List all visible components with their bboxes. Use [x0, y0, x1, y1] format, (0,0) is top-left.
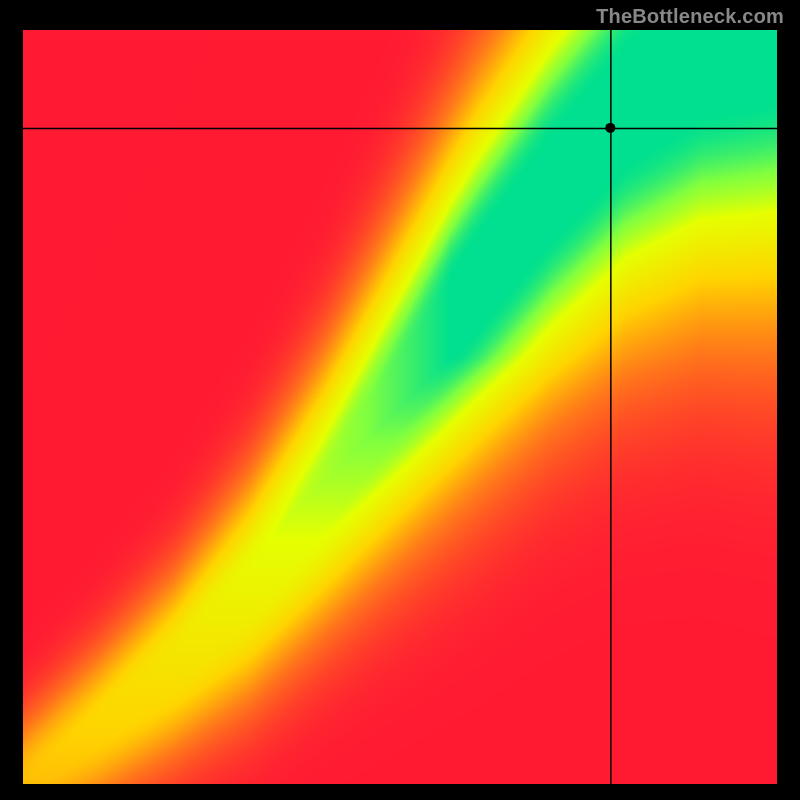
bottleneck-heatmap [23, 30, 777, 784]
attribution-text: TheBottleneck.com [596, 6, 784, 29]
heatmap-canvas [23, 30, 777, 784]
